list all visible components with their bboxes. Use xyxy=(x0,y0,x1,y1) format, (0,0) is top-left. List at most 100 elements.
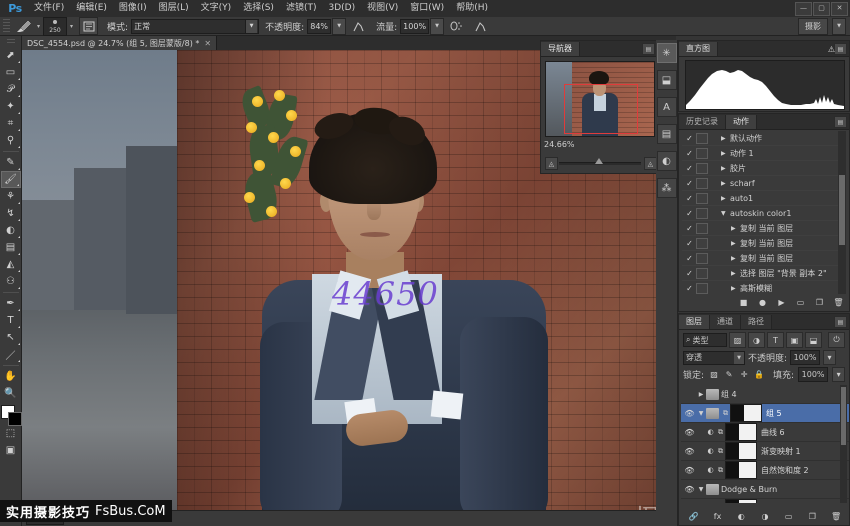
clone-stamp-tool[interactable]: ⚘ xyxy=(1,188,21,205)
action-dialog-toggle[interactable] xyxy=(696,253,708,264)
opacity-input[interactable]: 84% xyxy=(307,19,331,34)
action-enabled-checkbox[interactable]: ✓ xyxy=(684,133,695,144)
navigator-thumbnail[interactable] xyxy=(545,61,655,137)
filter-shape-icon[interactable]: ▣ xyxy=(786,332,803,348)
stop-recording-button[interactable]: ■ xyxy=(737,296,750,308)
action-row[interactable]: ✓▶选择 图层 "背景 副本 2" xyxy=(682,266,846,281)
action-enabled-checkbox[interactable]: ✓ xyxy=(684,163,695,174)
opacity-stepper[interactable]: ▼ xyxy=(332,18,346,35)
action-row[interactable]: ✓▼autoskin color1 xyxy=(682,206,846,221)
lasso-tool[interactable]: 𝒫 xyxy=(1,81,21,98)
filter-type-icon[interactable]: T xyxy=(767,332,784,348)
workspace-switcher-button[interactable]: 摄影 xyxy=(798,18,828,35)
filter-pixel-icon[interactable]: ▨ xyxy=(729,332,746,348)
layer-fill-stepper[interactable]: ▾ xyxy=(832,367,845,382)
panel-menu-icon[interactable]: ▤ xyxy=(642,43,655,55)
chevron-right-icon[interactable]: ▶ xyxy=(721,195,730,202)
airbrush-icon[interactable] xyxy=(448,18,464,34)
screen-mode-button[interactable]: ▣ xyxy=(1,442,21,459)
layer-row[interactable]: 👁▼⧉组 5 xyxy=(681,404,849,423)
chevron-right-icon[interactable]: ▶ xyxy=(696,391,706,398)
link-layers-button[interactable]: 🔗 xyxy=(687,510,700,522)
layer-row[interactable]: 👁◐⧉自然饱和度 2 xyxy=(681,461,849,480)
action-enabled-checkbox[interactable]: ✓ xyxy=(684,238,695,249)
chevron-right-icon[interactable]: ▶ xyxy=(721,135,730,142)
layer-opacity-stepper[interactable]: ▾ xyxy=(823,350,836,365)
blend-mode-select[interactable]: 正常 ▼ xyxy=(131,19,259,34)
filter-smart-object-icon[interactable]: ⬓ xyxy=(805,332,822,348)
color-swatches[interactable] xyxy=(1,405,21,425)
menu-item-6[interactable]: 滤镜(T) xyxy=(280,1,323,16)
filter-adjustment-icon[interactable]: ◑ xyxy=(748,332,765,348)
action-dialog-toggle[interactable] xyxy=(696,238,708,249)
layer-row[interactable]: 👁◐⧉曲线 6 xyxy=(681,423,849,442)
action-dialog-toggle[interactable] xyxy=(696,163,708,174)
lock-transparency-icon[interactable]: ▨ xyxy=(708,369,720,381)
menu-item-3[interactable]: 图层(L) xyxy=(153,1,195,16)
zoom-out-button[interactable]: ◬ xyxy=(545,157,558,170)
path-selection-tool[interactable]: ↖ xyxy=(1,329,21,346)
histogram-refresh-warning-icon[interactable]: ⚠ xyxy=(828,45,835,54)
action-dialog-toggle[interactable] xyxy=(696,178,708,189)
chevron-right-icon[interactable]: ▶ xyxy=(731,255,740,262)
layers-scrollbar[interactable] xyxy=(840,385,847,503)
layer-mask-thumbnail[interactable] xyxy=(725,423,757,441)
layer-visibility-eye-icon[interactable]: 👁 xyxy=(683,466,696,475)
dodge-tool[interactable]: ⚇ xyxy=(1,273,21,290)
delete-button[interactable]: 🗑 xyxy=(832,296,845,308)
begin-recording-button[interactable]: ● xyxy=(756,296,769,308)
zoom-tool[interactable]: 🔍 xyxy=(1,385,21,402)
chevron-right-icon[interactable]: ▶ xyxy=(721,165,730,172)
layer-mask-link-icon[interactable]: ⧉ xyxy=(716,428,725,437)
background-color-swatch[interactable] xyxy=(8,412,22,426)
action-enabled-checkbox[interactable]: ✓ xyxy=(684,223,695,234)
new-set-button[interactable]: ▭ xyxy=(794,296,807,308)
menu-item-10[interactable]: 帮助(H) xyxy=(450,1,494,16)
minimize-button[interactable]: — xyxy=(795,2,812,16)
layer-row[interactable]: 👁▼Dodge & Burn xyxy=(681,480,849,499)
toggle-brush-panel-button[interactable] xyxy=(79,17,98,35)
menu-item-5[interactable]: 选择(S) xyxy=(237,1,280,16)
chevron-down-icon[interactable]: ▼ xyxy=(696,486,706,493)
brush-tool[interactable]: 🖌 xyxy=(1,171,21,188)
shape-tool[interactable]: ／ xyxy=(1,346,21,363)
lock-all-icon[interactable]: 🔒 xyxy=(753,369,765,381)
quick-mask-button[interactable]: ⬚ xyxy=(1,425,21,442)
layer-mask-link-icon[interactable]: ⧉ xyxy=(716,447,725,456)
color-dock-icon[interactable]: ◐ xyxy=(657,151,677,171)
blur-tool[interactable]: ◭ xyxy=(1,256,21,273)
eraser-tool[interactable]: ◐ xyxy=(1,222,21,239)
layers-scroll-thumb[interactable] xyxy=(841,387,846,445)
layer-mask-thumbnail[interactable] xyxy=(725,499,757,503)
menu-item-1[interactable]: 编辑(E) xyxy=(70,1,113,16)
chevron-down-icon[interactable]: ▼ xyxy=(734,352,744,364)
type-tool[interactable]: T xyxy=(1,312,21,329)
tab-layers[interactable]: 图层 xyxy=(679,315,710,329)
chevron-right-icon[interactable]: ▶ xyxy=(731,225,740,232)
brush-preset-caret-icon[interactable]: ▾ xyxy=(37,23,40,30)
navigator-view-rectangle[interactable] xyxy=(564,84,638,134)
menu-item-8[interactable]: 视图(V) xyxy=(361,1,404,16)
layer-list[interactable]: ▶组 4👁▼⧉组 5👁◐⧉曲线 6👁◐⧉渐变映射 1👁◐⧉自然饱和度 2👁▼Do… xyxy=(681,385,849,503)
chevron-right-icon[interactable]: ▶ xyxy=(731,270,740,277)
actions-scrollbar[interactable] xyxy=(838,131,846,294)
paragraph-dock-icon[interactable]: ▤ xyxy=(657,124,677,144)
chevron-right-icon[interactable]: ▶ xyxy=(721,150,730,157)
menu-item-4[interactable]: 文字(Y) xyxy=(195,1,238,16)
layer-visibility-eye-icon[interactable]: 👁 xyxy=(683,447,696,456)
layer-row[interactable]: 👁◐⧉曲线 2 xyxy=(681,499,849,503)
chevron-right-icon[interactable]: ▶ xyxy=(731,240,740,247)
panel-menu-icon[interactable]: ▤ xyxy=(834,116,847,128)
brush-size-field[interactable]: 250 xyxy=(43,17,67,36)
layer-row[interactable]: ▶组 4 xyxy=(681,385,849,404)
action-row[interactable]: ✓▶胶片 xyxy=(682,161,846,176)
menu-item-2[interactable]: 图像(I) xyxy=(113,1,153,16)
layer-filter-type-select[interactable]: ⌕ 类型 xyxy=(683,333,727,347)
flow-stepper[interactable]: ▼ xyxy=(430,18,444,35)
layer-visibility-eye-icon[interactable]: 👁 xyxy=(683,428,696,437)
new-layer-button[interactable]: ❐ xyxy=(806,510,819,522)
tab-paths[interactable]: 路径 xyxy=(741,315,772,329)
layer-mask-link-icon[interactable]: ⧉ xyxy=(716,466,725,475)
layer-fill-input[interactable]: 100% xyxy=(798,367,828,382)
brush-size-caret-icon[interactable]: ▾ xyxy=(70,23,73,30)
